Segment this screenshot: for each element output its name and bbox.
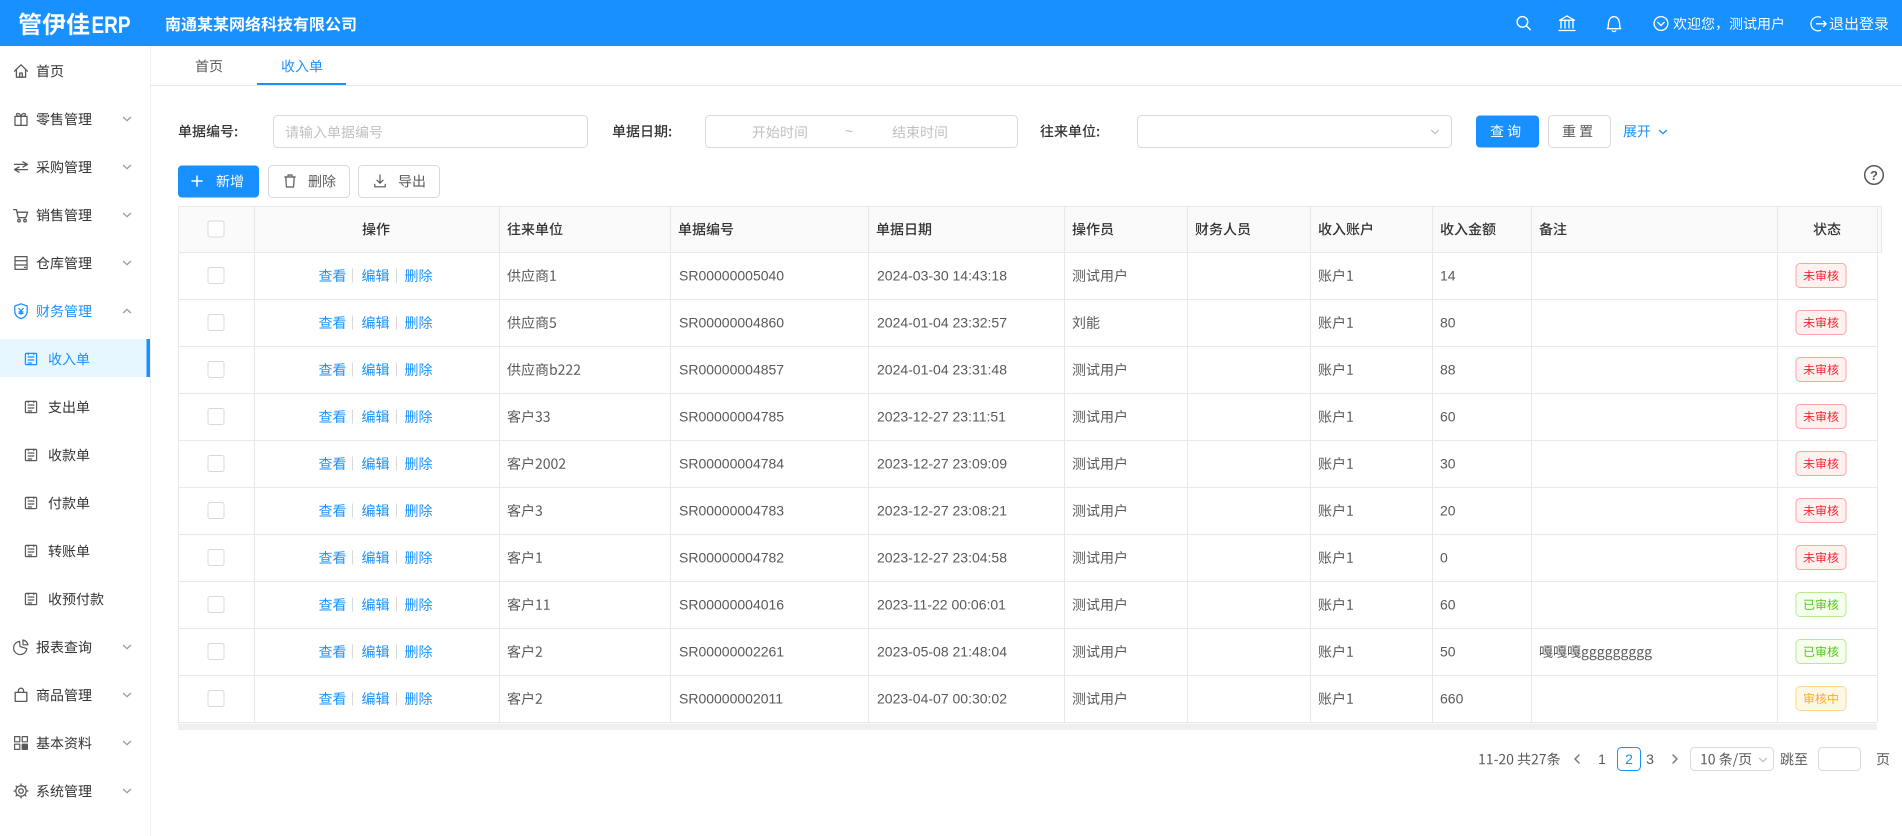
svg-text:SR00000002261: SR00000002261 — [679, 644, 784, 660]
svg-text:2: 2 — [1625, 751, 1633, 767]
svg-text:30: 30 — [1440, 456, 1456, 472]
svg-text:2023-12-27 23:11:51: 2023-12-27 23:11:51 — [877, 409, 1006, 425]
svg-text:SR00000005040: SR00000005040 — [679, 268, 784, 284]
svg-text:60: 60 — [1440, 409, 1456, 425]
svg-text:SR00000002011: SR00000002011 — [679, 691, 783, 707]
svg-text:2024-01-04 23:31:48: 2024-01-04 23:31:48 — [877, 362, 1007, 378]
svg-text:660: 660 — [1440, 691, 1464, 707]
svg-text:SR00000004860: SR00000004860 — [679, 315, 784, 331]
svg-text:80: 80 — [1440, 315, 1456, 331]
svg-text:SR00000004857: SR00000004857 — [679, 362, 784, 378]
svg-text:14: 14 — [1440, 268, 1456, 284]
svg-text:2023-12-27 23:08:21: 2023-12-27 23:08:21 — [877, 503, 1007, 519]
svg-text:SR00000004783: SR00000004783 — [679, 503, 784, 519]
svg-text:0: 0 — [1440, 550, 1448, 566]
svg-text:?: ? — [1870, 168, 1878, 183]
svg-text:2023-11-22 00:06:01: 2023-11-22 00:06:01 — [877, 597, 1006, 613]
svg-text:ERP: ERP — [92, 11, 131, 39]
svg-text:SR00000004784: SR00000004784 — [679, 456, 784, 472]
svg-text:88: 88 — [1440, 362, 1456, 378]
svg-text:2023-04-07 00:30:02: 2023-04-07 00:30:02 — [877, 691, 1007, 707]
svg-text:~: ~ — [845, 123, 853, 139]
svg-text:2023-12-27 23:09:09: 2023-12-27 23:09:09 — [877, 456, 1007, 472]
svg-text:20: 20 — [1440, 503, 1456, 519]
svg-text:3: 3 — [1646, 751, 1654, 767]
svg-text:60: 60 — [1440, 597, 1456, 613]
svg-text:SR00000004016: SR00000004016 — [679, 597, 784, 613]
svg-text:SR00000004785: SR00000004785 — [679, 409, 784, 425]
svg-text:2023-05-08 21:48:04: 2023-05-08 21:48:04 — [877, 644, 1007, 660]
svg-text:2024-01-04 23:32:57: 2024-01-04 23:32:57 — [877, 315, 1007, 331]
svg-text:2023-12-27 23:04:58: 2023-12-27 23:04:58 — [877, 550, 1007, 566]
svg-text:1: 1 — [1598, 751, 1606, 767]
svg-text:2024-03-30 14:43:18: 2024-03-30 14:43:18 — [877, 268, 1007, 284]
svg-text:SR00000004782: SR00000004782 — [679, 550, 784, 566]
svg-text:50: 50 — [1440, 644, 1456, 660]
